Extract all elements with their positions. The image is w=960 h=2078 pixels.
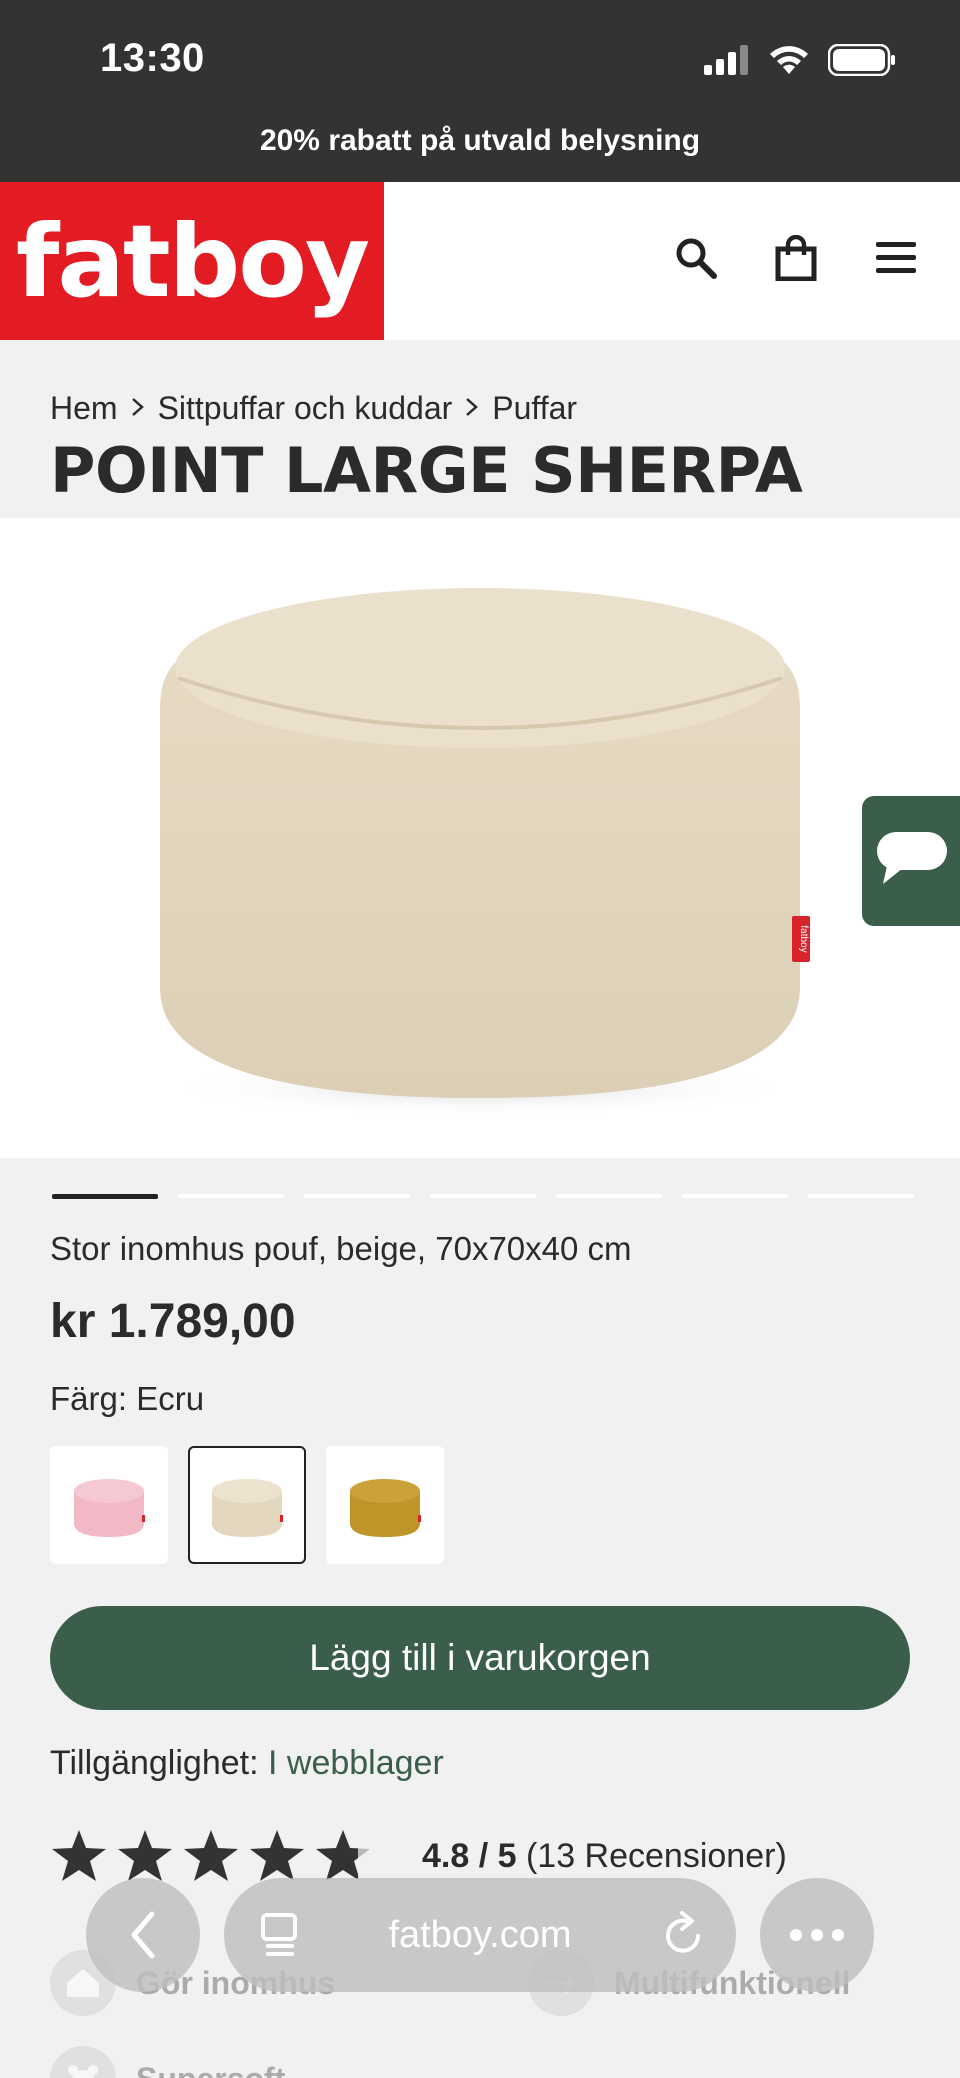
more-button[interactable] [760,1878,874,1992]
back-button[interactable] [86,1878,200,1992]
gallery-dot[interactable] [304,1194,410,1198]
color-label: Färg: Ecru [50,1380,205,1417]
product-price: kr 1.789,00 [50,1295,296,1348]
status-time: 13:30 [100,36,205,80]
shopping-bag-icon[interactable] [772,234,820,282]
promo-banner[interactable]: 20% rabatt på utvald belysning [0,124,960,158]
chevron-right-icon [130,392,146,426]
rating-score: 4.8 / 5 [422,1836,517,1875]
browser-toolbar: fatboy.com [0,1870,960,2000]
chat-bubble-icon [873,830,949,893]
swatch-pink[interactable] [50,1446,168,1564]
bear-icon [50,2046,116,2078]
add-to-cart-button[interactable]: Lägg till i varukorgen [50,1606,910,1710]
ellipsis-icon [790,1929,844,1941]
chevron-right-icon [464,392,480,426]
product-title: POINT LARGE SHERPA [50,434,803,507]
battery-icon [827,43,896,81]
product-subtitle: Stor inomhus pouf, beige, 70x70x40 cm [50,1230,632,1267]
availability: Tillgänglighet: I webblager [50,1744,444,1783]
reload-icon[interactable] [662,1910,706,1963]
gallery-dot[interactable] [556,1194,662,1198]
wifi-icon [768,44,810,81]
availability-label: Tillgänglighet: [50,1744,259,1782]
chevron-left-icon [131,1911,155,1959]
gallery-dot[interactable] [430,1194,536,1198]
breadcrumb: Hem Sittpuffar och kuddar Puffar [50,390,577,427]
availability-value[interactable]: I webblager [268,1744,444,1782]
svg-text:fatboy: fatboy [798,925,809,952]
gallery-dot[interactable] [682,1194,788,1198]
swatch-mustard[interactable] [326,1446,444,1564]
color-swatches [50,1446,444,1564]
signal-icon [704,45,750,80]
search-icon[interactable] [672,234,720,282]
feature-item: Supersoft [50,2046,285,2078]
fatboy-logo[interactable]: fatboy [0,182,384,340]
breadcrumb-subcategory[interactable]: Puffar [492,390,577,427]
swatch-ecru[interactable] [188,1446,306,1564]
feature-label: Supersoft [136,2061,285,2078]
gallery-indicator [52,1194,914,1199]
product-image[interactable]: fatboy [0,518,960,1158]
chat-button[interactable] [862,796,960,926]
gallery-dot[interactable] [52,1194,158,1199]
address-bar[interactable]: fatboy.com [224,1878,736,1992]
status-icons [704,43,896,81]
breadcrumb-category[interactable]: Sittpuffar och kuddar [158,390,453,427]
rating-count[interactable]: (13 Recensioner) [526,1837,787,1875]
top-bar: 13:30 20% rabatt på utvald belysning [0,0,960,182]
gallery-dot[interactable] [178,1194,284,1198]
url-text: fatboy.com [388,1913,572,1956]
site-header: fatboy [0,182,960,340]
logo-text: fatboy [15,202,370,320]
gallery-dot[interactable] [808,1194,914,1198]
breadcrumb-home[interactable]: Hem [50,390,118,427]
menu-icon[interactable] [872,234,920,282]
